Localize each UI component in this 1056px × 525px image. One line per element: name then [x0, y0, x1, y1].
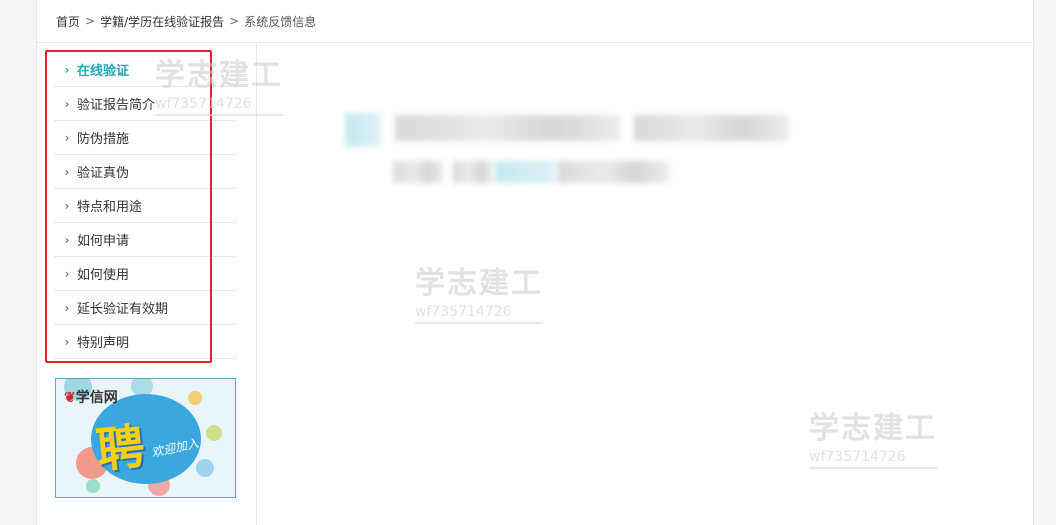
sidebar-item-label: 特点和用途 [77, 200, 143, 215]
recruitment-banner[interactable]: ❦学信网 聘 欢迎加入 [55, 378, 236, 498]
blurred-heading [634, 115, 789, 141]
sidebar-item-features[interactable]: › 特点和用途 [55, 189, 236, 223]
sidebar-item-label: 如何使用 [77, 268, 130, 283]
chevron-right-icon: › [64, 334, 70, 349]
blurred-text [557, 161, 669, 183]
chevron-right-icon: › [64, 266, 70, 281]
sidebar-item-disclaimer[interactable]: › 特别声明 [55, 325, 236, 359]
sidebar-item-report-intro[interactable]: › 验证报告简介 [55, 87, 236, 121]
sidebar: › 在线验证 › 验证报告简介 › 防伪措施 › 验证真伪 › 特点和用途 › … [37, 43, 257, 525]
chevron-right-icon: › [64, 300, 70, 315]
main-content [259, 43, 1033, 525]
sidebar-item-verify-authenticity[interactable]: › 验证真伪 [55, 155, 236, 189]
chevron-right-icon: › [64, 164, 70, 179]
sidebar-item-label: 在线验证 [77, 64, 130, 79]
sidebar-item-label: 验证报告简介 [77, 98, 156, 113]
sidebar-item-label: 特别声明 [77, 336, 130, 351]
banner-headline: 聘 [93, 418, 148, 480]
xuexin-logo: ❦学信网 [64, 390, 118, 406]
sidebar-item-label: 防伪措施 [77, 132, 130, 147]
sidebar-item-label: 延长验证有效期 [77, 302, 169, 317]
chevron-right-icon: › [64, 198, 70, 213]
sidebar-item-label: 验证真伪 [77, 166, 130, 181]
decor-dot [196, 459, 214, 477]
blurred-text [453, 161, 493, 183]
sidebar-item-online-verify[interactable]: › 在线验证 [55, 53, 236, 87]
sidebar-item-how-to-apply[interactable]: › 如何申请 [55, 223, 236, 257]
chevron-right-icon: › [64, 130, 70, 145]
sidebar-item-label: 如何申请 [77, 234, 130, 249]
blurred-link [495, 161, 555, 183]
sidebar-item-how-to-use[interactable]: › 如何使用 [55, 257, 236, 291]
blurred-icon [345, 113, 381, 147]
page-container: 首页 > 学籍/学历在线验证报告 > 系统反馈信息 › 在线验证 › 验证报告简… [36, 0, 1034, 525]
decor-dot [188, 391, 202, 405]
chevron-right-icon: › [64, 62, 70, 77]
sidebar-item-anti-fake[interactable]: › 防伪措施 [55, 121, 236, 155]
breadcrumb-current: 系统反馈信息 [244, 14, 317, 29]
sidebar-item-extend-validity[interactable]: › 延长验证有效期 [55, 291, 236, 325]
chevron-right-icon: › [64, 232, 70, 247]
sidebar-nav: › 在线验证 › 验证报告简介 › 防伪措施 › 验证真伪 › 特点和用途 › … [55, 53, 236, 359]
breadcrumb-section-link[interactable]: 学籍/学历在线验证报告 [100, 13, 224, 30]
breadcrumb-separator: > [229, 14, 240, 28]
blurred-text [393, 161, 443, 183]
breadcrumb-separator: > [85, 14, 96, 28]
breadcrumb-home-link[interactable]: 首页 [56, 13, 80, 30]
blurred-heading [395, 115, 620, 141]
chevron-right-icon: › [64, 96, 70, 111]
decor-dot [206, 425, 222, 441]
breadcrumb: 首页 > 学籍/学历在线验证报告 > 系统反馈信息 [37, 0, 1033, 43]
decor-dot [86, 479, 100, 493]
